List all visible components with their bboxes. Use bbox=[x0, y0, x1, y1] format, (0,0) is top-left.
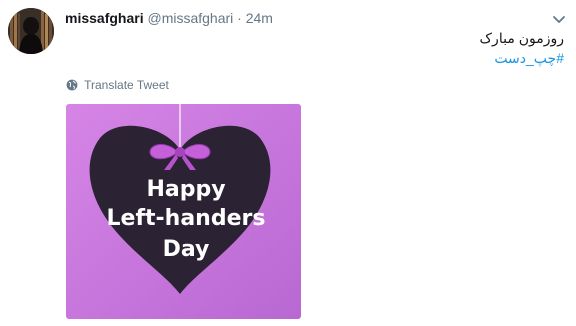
globe-icon bbox=[66, 78, 84, 92]
translate-tweet-link[interactable]: Translate Tweet bbox=[66, 78, 169, 92]
chevron-down-icon[interactable] bbox=[552, 12, 566, 23]
separator-dot: · bbox=[237, 10, 242, 26]
tweet-image[interactable]: Happy Left-handers Day bbox=[66, 104, 301, 319]
image-text-line2: Left-handers bbox=[107, 206, 266, 231]
timestamp[interactable]: 24m bbox=[246, 10, 273, 26]
avatar[interactable] bbox=[8, 8, 54, 54]
image-text-line3: Day bbox=[163, 237, 210, 262]
display-name[interactable]: missafghari bbox=[65, 10, 144, 26]
hashtag-link[interactable]: #چپ_دست bbox=[494, 49, 564, 67]
user-handle[interactable]: @missafghari bbox=[147, 10, 233, 26]
tweet[interactable]: missafghari @missafghari · 24m روزمون مب… bbox=[0, 0, 576, 326]
image-text-line1: Happy bbox=[146, 177, 225, 202]
translate-label: Translate Tweet bbox=[84, 78, 169, 92]
tweet-header: missafghari @missafghari · 24m bbox=[65, 9, 273, 27]
tweet-text: روزمون مبارک bbox=[479, 30, 564, 46]
